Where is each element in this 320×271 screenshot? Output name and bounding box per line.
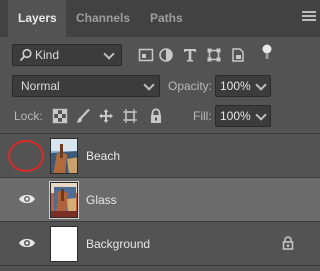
smart-object-filter-icon[interactable]	[230, 47, 246, 63]
tab-paths[interactable]: Paths	[150, 0, 183, 37]
filter-toggle-icon[interactable]	[259, 44, 275, 60]
search-icon	[19, 48, 32, 62]
eye-icon[interactable]	[18, 192, 36, 206]
lock-label: Lock:	[14, 109, 43, 123]
lock-image-pixels-icon[interactable]	[75, 108, 91, 124]
fill-field[interactable]: 100%	[215, 105, 271, 127]
fill-value: 100%	[220, 109, 251, 123]
layers-panel: Layers Channels Paths Kind Normal Opacit…	[0, 0, 320, 271]
blend-mode-select[interactable]: Normal	[12, 75, 160, 97]
layer-thumbnail-beach	[50, 138, 78, 174]
panel-menu-icon[interactable]	[302, 11, 316, 23]
filter-type-select[interactable]: Kind	[12, 44, 122, 66]
shape-filter-icon[interactable]	[206, 47, 222, 63]
fill-label: Fill:	[193, 109, 212, 123]
type-filter-icon[interactable]	[182, 47, 198, 63]
layer-name-glass[interactable]: Glass	[86, 193, 117, 207]
tab-channels[interactable]: Channels	[76, 0, 130, 37]
pixel-filter-icon[interactable]	[138, 47, 154, 63]
chevron-down-icon	[103, 48, 115, 60]
lock-all-icon[interactable]	[148, 108, 164, 124]
chevron-down-icon	[255, 109, 267, 121]
opacity-value: 100%	[220, 79, 251, 93]
opacity-field[interactable]: 100%	[215, 75, 271, 97]
filter-kind-label: Kind	[35, 48, 60, 62]
panel-tab-bar: Layers Channels Paths	[0, 0, 320, 37]
opacity-label: Opacity:	[168, 79, 213, 93]
chevron-down-icon	[255, 79, 267, 91]
lock-icon	[282, 236, 294, 250]
blend-mode-value: Normal	[21, 79, 60, 93]
annotation-red-circle	[8, 140, 44, 172]
lock-position-icon[interactable]	[98, 108, 114, 124]
lock-transparent-pixels-icon[interactable]	[52, 108, 68, 124]
eye-icon[interactable]	[18, 236, 36, 250]
layer-name-beach[interactable]: Beach	[86, 149, 120, 163]
layer-row-beach[interactable]: Beach	[0, 134, 320, 178]
adjustment-filter-icon[interactable]	[158, 47, 174, 63]
lock-artboard-icon[interactable]	[122, 108, 138, 124]
tab-layers[interactable]: Layers	[8, 0, 66, 37]
chevron-down-icon	[143, 79, 155, 91]
layer-thumbnail-glass	[49, 181, 79, 219]
layer-row-glass[interactable]: Glass	[0, 178, 320, 222]
layer-name-background[interactable]: Background	[86, 237, 150, 251]
layer-thumbnail-background	[50, 226, 78, 262]
layer-row-background[interactable]: Background	[0, 222, 320, 266]
